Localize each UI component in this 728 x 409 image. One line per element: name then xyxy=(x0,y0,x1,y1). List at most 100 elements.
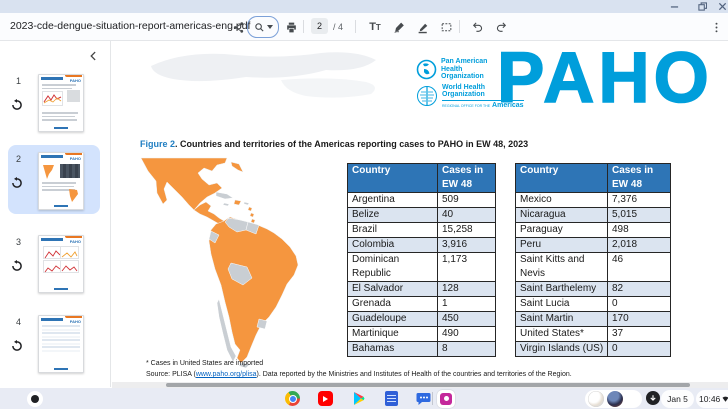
thumb-logo: PAHO xyxy=(70,319,81,324)
watermark-graphic xyxy=(131,46,391,116)
cases-table-right: Country Cases in EW 48 Mexico7,376Nicara… xyxy=(515,163,671,357)
cases-cell: 509 xyxy=(438,193,496,208)
thumb-content xyxy=(42,162,80,203)
pdf-toolbar: 2023-cde-dengue-situation-report-america… xyxy=(0,13,728,41)
country-cell: Virgin Islands (US) xyxy=(516,342,608,357)
rotate-page-icon[interactable] xyxy=(11,176,24,189)
paho-wordmark: PAHO xyxy=(497,49,713,109)
country-cell: Brazil xyxy=(348,223,438,238)
cases-cell: 82 xyxy=(608,282,671,297)
text-annotation-button[interactable]: TT xyxy=(366,18,384,36)
more-options-button[interactable] xyxy=(707,18,725,36)
cases-cell: 15,258 xyxy=(438,223,496,238)
toolbar-separator xyxy=(303,20,304,33)
americas-map xyxy=(128,157,342,371)
table-row: El Salvador128 xyxy=(348,282,496,297)
cases-cell: 40 xyxy=(438,208,496,223)
rotate-page-icon[interactable] xyxy=(11,339,24,352)
country-cell: Grenada xyxy=(348,297,438,312)
cases-header: Cases in EW 48 xyxy=(438,164,496,193)
pen-icon xyxy=(393,21,406,34)
thumb-header-bar xyxy=(41,238,63,241)
page-number-label: 4 xyxy=(16,317,21,327)
rotate-page-icon[interactable] xyxy=(11,98,24,111)
figure-title: Figure 2. Countries and territories of t… xyxy=(140,139,580,149)
zoom-icon xyxy=(254,22,265,33)
table-row: Colombia3,916 xyxy=(348,238,496,253)
table-row: Brazil15,258 xyxy=(348,223,496,238)
tote-thumbnail xyxy=(588,391,604,407)
chat-app-button[interactable] xyxy=(416,391,431,406)
sidebar-page-3[interactable]: 3 PAHO xyxy=(0,235,110,295)
page-thumbnail[interactable]: PAHO xyxy=(38,74,84,132)
country-cell: Martinique xyxy=(348,327,438,342)
close-icon[interactable] xyxy=(716,2,728,12)
status-badge[interactable] xyxy=(646,391,660,405)
page-thumbnail[interactable]: PAHO xyxy=(38,152,84,210)
page-thumbnail[interactable]: PAHO xyxy=(38,315,84,373)
table-row: Grenada1 xyxy=(348,297,496,312)
thumb-header-bar xyxy=(41,155,63,158)
docs-app-button[interactable] xyxy=(384,391,399,406)
country-cell: Saint Barthelemy xyxy=(516,282,608,297)
date-label: Jan 5 xyxy=(667,394,688,404)
country-cell: Bahamas xyxy=(348,342,438,357)
thumb-footer-bar xyxy=(54,288,68,291)
arrow-down-icon xyxy=(649,394,657,402)
footnote: * Cases in United States are imported xyxy=(146,360,263,367)
paho-emblem-icon xyxy=(416,59,437,80)
country-cell: Saint Martin xyxy=(516,312,608,327)
holding-space-tote[interactable] xyxy=(585,390,642,408)
select-area-button[interactable] xyxy=(437,18,455,36)
play-store-app-button[interactable] xyxy=(351,391,366,406)
region-office-label: REGIONAL OFFICE FOR THE xyxy=(442,104,490,108)
print-button[interactable] xyxy=(282,18,300,36)
cases-cell: 498 xyxy=(608,223,671,238)
date-widget[interactable]: Jan 5 xyxy=(661,390,694,408)
chevron-left-icon xyxy=(88,51,98,61)
table-header-row: Country Cases in EW 48 xyxy=(348,164,496,193)
undo-button[interactable] xyxy=(468,18,486,36)
launcher-icon xyxy=(31,395,39,403)
sidebar-page-2-selected[interactable]: 2 PAHO xyxy=(0,152,110,212)
youtube-app-button[interactable] xyxy=(318,391,333,406)
toolbar-separator xyxy=(355,20,356,33)
minimize-icon[interactable] xyxy=(668,2,680,12)
thumb-logo: PAHO xyxy=(70,239,81,244)
table-row: Peru2,018 xyxy=(516,238,671,253)
chrome-app-button[interactable] xyxy=(285,391,300,406)
redo-button[interactable] xyxy=(492,18,510,36)
page-thumbnail[interactable]: PAHO xyxy=(38,235,84,293)
source-line: Source: PLISA (www.paho.org/plisa). Data… xyxy=(146,371,572,378)
rotate-page-icon[interactable] xyxy=(11,259,24,272)
zoom-control[interactable] xyxy=(247,16,279,38)
page-number-input[interactable]: 2 xyxy=(311,18,328,34)
cases-cell: 450 xyxy=(438,312,496,327)
cases-cell: 8 xyxy=(438,342,496,357)
undo-icon xyxy=(471,21,484,34)
sidebar-page-1[interactable]: 1 PAHO xyxy=(0,74,110,134)
taskbar: Jan 5 10:46 xyxy=(0,388,728,409)
horizontal-scrollbar-thumb[interactable] xyxy=(166,383,690,387)
cases-cell: 0 xyxy=(608,342,671,357)
status-tray[interactable]: 10:46 xyxy=(696,390,728,408)
text-annotation-icon: TT xyxy=(369,21,381,33)
country-cell: Guadeloupe xyxy=(348,312,438,327)
who-emblem-icon xyxy=(416,85,438,107)
thumbnail-sidebar: 1 PAHO 2 xyxy=(0,41,111,387)
highlighter-button[interactable] xyxy=(414,18,432,36)
table-row: Saint Kitts and Nevis46 xyxy=(516,253,671,282)
figure-label: Figure 2 xyxy=(140,139,175,149)
collapse-sidebar-button[interactable] xyxy=(88,48,102,62)
launcher-button[interactable] xyxy=(27,391,43,407)
country-cell: Belize xyxy=(348,208,438,223)
share-button[interactable] xyxy=(229,18,247,36)
active-app-button[interactable] xyxy=(437,390,455,408)
pen-annotation-button[interactable] xyxy=(390,18,408,36)
share-icon xyxy=(232,21,245,34)
restore-icon[interactable] xyxy=(696,2,708,12)
sidebar-page-4[interactable]: 4 PAHO xyxy=(0,315,110,375)
table-row: Saint Lucia0 xyxy=(516,297,671,312)
source-link[interactable]: www.paho.org/plisa xyxy=(196,371,257,378)
play-store-icon xyxy=(351,391,366,406)
